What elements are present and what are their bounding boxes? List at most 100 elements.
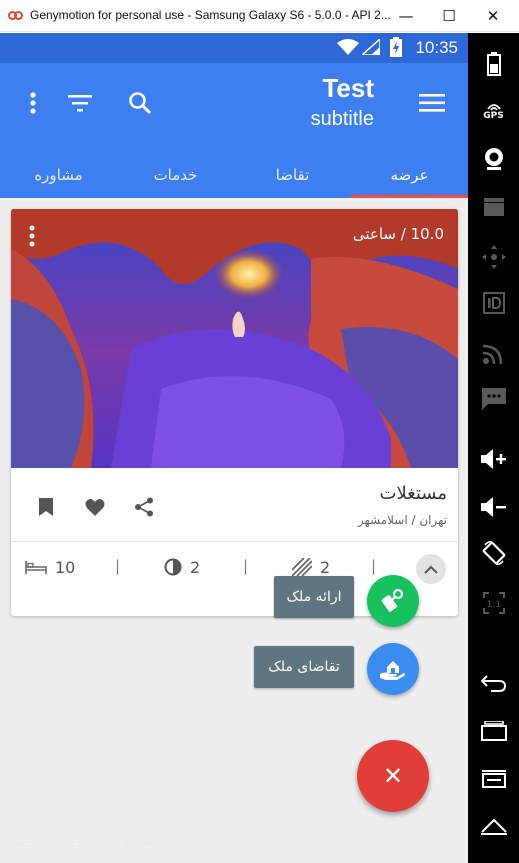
chevron-up-icon [424,565,438,574]
sms-button[interactable] [476,381,511,416]
property-image [11,209,458,468]
card-title: مستغلات [379,483,448,504]
beds-value: 10 [55,557,76,577]
key-tag-icon [381,588,404,612]
volume-down-button[interactable] [476,489,511,524]
battery-button[interactable] [476,46,511,81]
floor-stat: 2 [164,555,200,579]
close-button[interactable]: ✕ [472,0,514,32]
gps-button[interactable]: GPS [476,93,511,128]
contrast-icon [164,558,182,576]
dpad-button[interactable] [476,239,511,274]
request-property-label[interactable]: تقاضای ملک [254,646,354,688]
menu-icon [481,769,506,788]
share-icon [135,497,153,517]
filter-button[interactable] [58,83,102,123]
house-hand-icon [380,661,405,680]
gps-icon: GPS [483,101,504,121]
minimize-button[interactable]: — [385,0,427,32]
tab-indicator [351,195,468,198]
volume-down-icon [480,496,506,517]
tab-request[interactable]: تقاضا [234,160,351,198]
video-icon [483,197,504,216]
status-time: 10:35 [415,38,458,57]
tab-services[interactable]: خدمات [117,160,234,198]
card-price: 10.0 / ساعتی [352,225,444,243]
scale-icon: 1:1 [482,591,505,614]
share-button[interactable] [128,491,160,523]
offer-property-button[interactable] [367,575,419,627]
rotate-button[interactable] [476,535,511,570]
battery-icon [486,51,501,76]
watermark: free for personal use [6,839,153,856]
stat-separator: | [115,557,121,575]
tab-consulting[interactable]: مشاوره [0,160,117,198]
capture-button[interactable] [476,189,511,224]
phone-screen: 10:35 Test subtitle عرضه تقاضا خدمات مشا… [0,33,468,863]
card-location: تهران / اسلامشهر [357,513,447,527]
request-property-button[interactable] [367,643,419,695]
volume-up-icon [480,448,506,469]
signal-icon [362,39,380,55]
cast-icon [482,344,502,364]
id-icon [482,291,505,314]
search-button[interactable] [118,81,162,125]
hatch-icon [292,558,312,576]
dpad-icon [481,244,506,269]
rotate-icon [482,540,505,565]
beds-stat: 10 [25,555,75,579]
filter-icon [68,95,92,112]
pixel-perfect-button[interactable]: 1:1 [476,585,511,620]
menu-button[interactable] [476,761,511,796]
window-title: Genymotion for personal use - Samsung Ga… [30,8,391,22]
app-bar: Test subtitle عرضه تقاضا خدمات مشاوره [0,63,468,198]
maximize-button[interactable]: ☐ [428,0,470,32]
stat-separator: | [243,557,249,575]
bookmark-icon [39,498,53,516]
speed-dial-close-button[interactable]: ✕ [357,740,429,812]
overflow-icon [29,225,35,247]
volume-up-button[interactable] [476,441,511,476]
svg-text:1:1: 1:1 [486,600,500,610]
home-icon [480,818,507,835]
like-button[interactable] [79,491,111,523]
nav-menu-button[interactable] [410,83,454,123]
recent-apps-icon [480,720,507,741]
genymotion-logo-icon [8,11,23,21]
area-value: 2 [320,557,331,577]
app-title: Test [322,73,374,103]
heart-icon [85,499,105,516]
overflow-menu-button[interactable] [18,83,48,123]
camera-icon [484,147,503,170]
search-icon [129,92,152,115]
recent-apps-button[interactable] [476,713,511,748]
window-title-bar: Genymotion for personal use - Samsung Ga… [0,0,519,32]
expand-button[interactable] [416,554,446,584]
app-subtitle: subtitle [310,108,374,130]
card-more-button[interactable] [29,225,49,249]
status-bar: 10:35 [0,33,468,63]
genymotion-side-panel: GPS 1:1 [468,33,519,863]
bed-icon [25,561,47,574]
stat-separator: | [371,557,377,575]
property-card[interactable]: 10.0 / ساعتی مستغلات تهران / اسلامشهر 10… [11,209,458,616]
back-button[interactable] [476,665,511,700]
overflow-icon [30,92,36,114]
bookmark-button[interactable] [30,491,62,523]
floor-value: 2 [190,557,201,577]
device-id-button[interactable] [476,285,511,320]
card-divider [11,541,458,542]
wifi-icon [337,39,359,55]
gps-label: GPS [483,110,504,121]
cast-button[interactable] [476,335,511,370]
battery-charging-icon [390,37,402,57]
tab-bar: عرضه تقاضا خدمات مشاوره [0,160,468,198]
back-icon [480,674,506,692]
menu-icon [419,94,445,112]
home-button[interactable] [476,809,511,844]
webcam-button[interactable] [476,141,511,176]
close-icon: ✕ [382,762,404,790]
sms-icon [481,387,506,410]
tab-offer[interactable]: عرضه [351,160,468,198]
offer-property-label[interactable]: ارائه ملک [274,576,354,618]
